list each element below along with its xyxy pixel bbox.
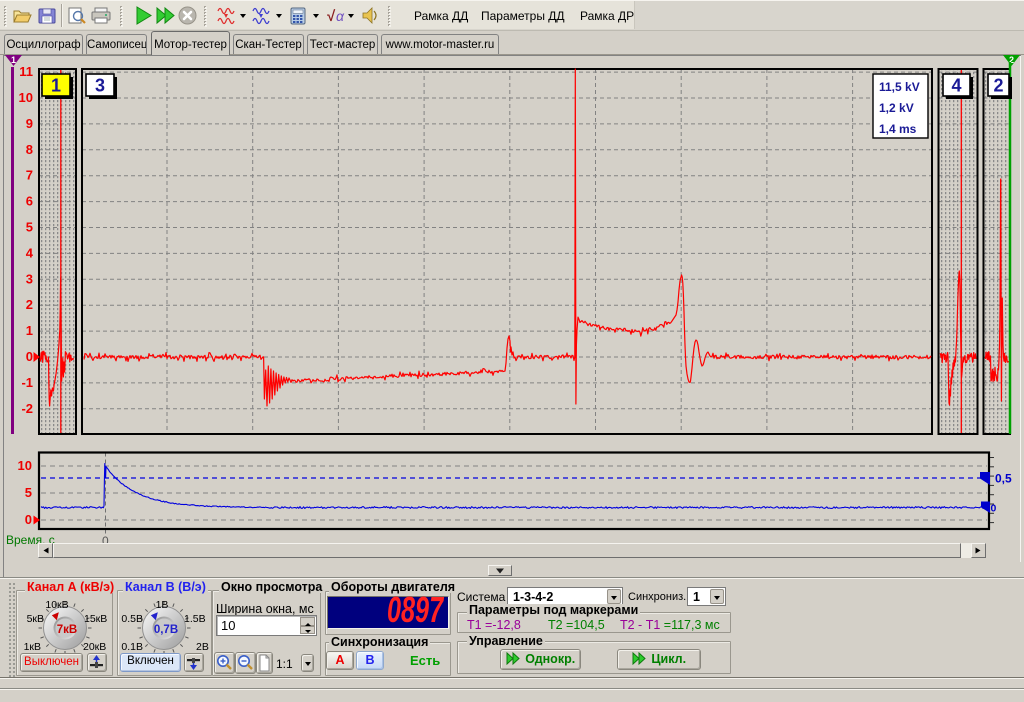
svg-text:5: 5 (25, 485, 32, 500)
svg-text:2: 2 (26, 297, 33, 312)
svg-text:0: 0 (991, 503, 997, 515)
svg-text:11: 11 (19, 64, 33, 79)
svg-text:1: 1 (11, 55, 16, 65)
svg-text:0,5: 0,5 (995, 472, 1012, 486)
svg-text:Рамка ДР: Рамка ДР (580, 9, 634, 23)
svg-text:9: 9 (26, 116, 33, 131)
svg-text:1: 1 (26, 323, 33, 338)
svg-text:4: 4 (26, 245, 34, 260)
svg-text:4: 4 (951, 76, 961, 96)
svg-text:7кВ: 7кВ (57, 624, 77, 636)
svg-text:1,2 kV: 1,2 kV (879, 101, 914, 115)
svg-text:7: 7 (26, 168, 33, 183)
svg-text:Параметры ДД: Параметры ДД (481, 9, 565, 23)
svg-text:2: 2 (993, 76, 1003, 96)
svg-text:0: 0 (25, 512, 32, 527)
svg-text:10: 10 (19, 90, 33, 105)
svg-text:5: 5 (26, 220, 33, 235)
svg-text:0: 0 (26, 349, 33, 364)
svg-text:1: 1 (51, 76, 61, 96)
svg-text:√: √ (327, 8, 336, 25)
svg-text:1,4 ms: 1,4 ms (879, 122, 917, 136)
svg-text:0,7В: 0,7В (154, 624, 178, 636)
svg-text:3: 3 (95, 76, 105, 96)
svg-text:-2: -2 (21, 401, 33, 416)
svg-text:Рамка ДД: Рамка ДД (414, 9, 468, 23)
svg-text:α: α (336, 8, 345, 24)
svg-text:3: 3 (26, 271, 33, 286)
svg-text:11,5 kV: 11,5 kV (879, 80, 920, 94)
svg-text:10: 10 (18, 458, 32, 473)
svg-text:-1: -1 (21, 375, 33, 390)
svg-text:8: 8 (26, 142, 33, 157)
svg-text:6: 6 (26, 194, 33, 209)
